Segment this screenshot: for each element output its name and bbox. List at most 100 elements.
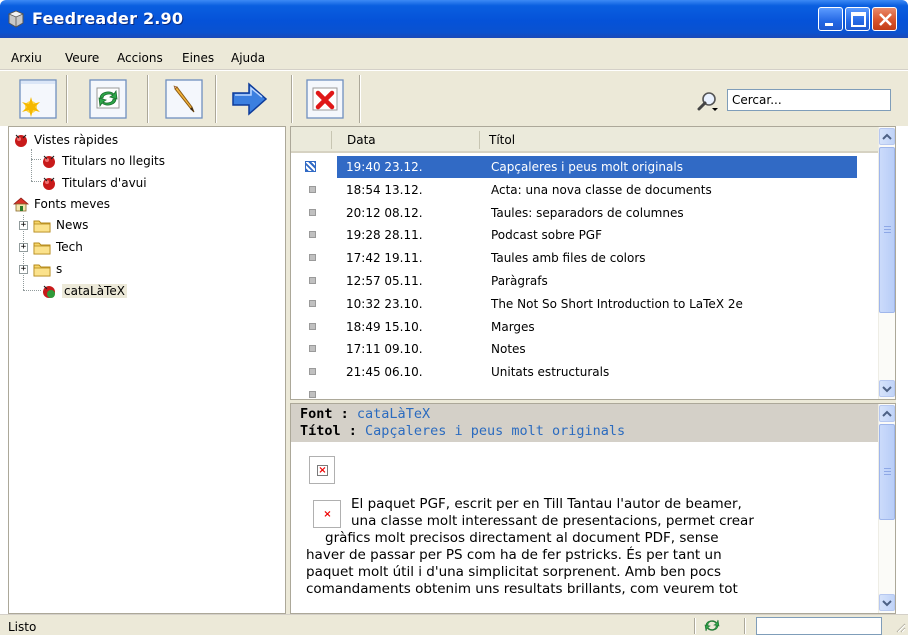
table-row[interactable]: 18:54 13.12. Acta: una nova classe de doc… — [291, 179, 879, 202]
feed-bug-icon — [43, 285, 55, 298]
scroll-down-button[interactable] — [879, 594, 895, 611]
folder-icon — [33, 264, 51, 276]
next-button[interactable] — [229, 77, 271, 121]
row-date: 19:28 28.11. — [346, 228, 423, 243]
tree-label: News — [56, 218, 89, 232]
scroll-up-button[interactable] — [879, 405, 895, 422]
minimize-button[interactable] — [818, 7, 843, 31]
toolbar-separator — [147, 75, 149, 123]
title-bar[interactable]: Feedreader 2.90 — [0, 0, 908, 38]
row-date: 18:54 13.12. — [346, 182, 423, 197]
expand-icon[interactable]: + — [19, 242, 28, 252]
tree-label: Vistes ràpides — [34, 133, 119, 147]
maximize-button[interactable] — [845, 7, 870, 31]
expand-icon[interactable]: + — [19, 264, 28, 274]
edit-button[interactable] — [163, 77, 205, 121]
table-row[interactable]: 18:49 15.10. Marges — [291, 316, 879, 339]
row-title: Taules: separadors de columnes — [491, 205, 684, 220]
preview-body-line: gràfics molt precisos directament al doc… — [325, 530, 719, 546]
tree-item-unread[interactable]: Titulars no llegits — [41, 151, 165, 171]
expand-icon[interactable]: + — [19, 220, 28, 230]
table-row[interactable]: 19:40 23.12. Capçaleres i peus molt origi… — [291, 156, 879, 179]
preview-title-value[interactable]: Capçaleres i peus molt originals — [365, 423, 625, 439]
scroll-up-button[interactable] — [879, 128, 895, 145]
search-input[interactable] — [727, 89, 891, 111]
maximize-icon — [851, 12, 866, 27]
toolbar — [0, 70, 908, 126]
preview-body-line: comandaments obtenim uns resultats brill… — [306, 581, 738, 597]
table-row[interactable]: 17:42 19.11. Taules amb files de colors — [291, 247, 879, 270]
headline-list: Data Títol 19:40 23.12. Capçaleres i peus… — [290, 126, 896, 400]
preview-body-line: El paquet PGF, escrit per en Till Tantau… — [351, 496, 742, 512]
scroll-thumb[interactable] — [879, 147, 895, 313]
item-bullet-icon — [309, 322, 316, 330]
preview-body-line: haver de passar per PS com ha de fer pst… — [306, 547, 722, 563]
item-bullet-icon — [309, 277, 316, 284]
column-separator[interactable] — [331, 131, 332, 149]
app-icon — [7, 10, 25, 28]
minimize-icon — [825, 23, 833, 26]
tree-item-today[interactable]: Titulars d'avui — [41, 173, 147, 193]
refresh-icon — [89, 79, 127, 119]
row-title: Unitats estructurals — [491, 365, 610, 380]
row-date: 17:11 09.10. — [346, 342, 423, 357]
status-separator — [694, 618, 696, 634]
table-row[interactable]: 19:28 28.11. Podcast sobre PGF — [291, 224, 879, 247]
arrow-right-icon — [232, 82, 268, 116]
table-row[interactable]: 17:11 09.10. Notes — [291, 338, 879, 361]
preview-body-line: paquet molt útil i d'una simplicitat sor… — [306, 564, 722, 580]
preview-font-value[interactable]: cataLàTeX — [357, 406, 430, 422]
tree-item-selected-feed[interactable]: cataLàTeX — [41, 281, 127, 301]
column-separator[interactable] — [479, 131, 480, 149]
row-date: 10:32 23.10. — [346, 296, 423, 311]
scroll-thumb[interactable] — [879, 424, 895, 520]
preview-scrollbar[interactable] — [878, 404, 895, 613]
row-title: Paràgrafs — [491, 274, 548, 288]
row-title: Notes — [491, 342, 526, 357]
bug-icon — [43, 177, 55, 190]
row-date: 21:45 06.10. — [346, 365, 423, 380]
tree-item-my-feeds[interactable]: Fonts meves — [13, 194, 110, 214]
tree-connector — [31, 181, 41, 182]
new-feed-button[interactable] — [17, 77, 59, 121]
resize-grip-icon[interactable] — [894, 621, 906, 633]
menu-arxiu[interactable]: Arxiu — [11, 51, 42, 65]
list-header: Data Títol — [291, 127, 879, 153]
search-icon[interactable] — [697, 91, 719, 113]
row-date: 19:40 23.12. — [346, 160, 423, 174]
row-title: Taules amb files de colors — [491, 251, 646, 266]
tree-label: Titulars no llegits — [62, 154, 166, 168]
chevron-down-icon — [882, 386, 892, 393]
tree-folder-news[interactable]: + News — [19, 215, 88, 235]
menu-bar: Arxiu Veure Accions Eines Ajuda — [0, 38, 908, 70]
tree-item-quick-views[interactable]: Vistes ràpides — [13, 130, 118, 150]
tree-folder-s[interactable]: + s — [19, 259, 62, 279]
column-header-title[interactable]: Títol — [489, 133, 515, 147]
table-row-partial[interactable] — [291, 384, 879, 399]
item-bullet-icon — [305, 161, 316, 172]
column-header-date[interactable]: Data — [347, 133, 376, 147]
list-scrollbar[interactable] — [878, 127, 895, 399]
table-row[interactable]: 20:12 08.12. Taules: separadors de column… — [291, 202, 879, 225]
table-row[interactable]: 12:57 05.11. Paràgrafs — [291, 270, 879, 293]
bug-icon — [43, 155, 55, 168]
delete-button[interactable] — [304, 77, 346, 121]
tree-folder-tech[interactable]: + Tech — [19, 237, 83, 257]
toolbar-separator — [291, 75, 293, 123]
status-progress-field — [756, 617, 882, 635]
close-button[interactable] — [872, 7, 897, 31]
preview-title-line: Títol : Capçaleres i peus molt originals — [300, 423, 625, 439]
broken-image-icon: × — [313, 500, 341, 528]
tree-connector — [23, 290, 41, 291]
item-bullet-icon — [309, 368, 316, 376]
bug-icon — [15, 134, 27, 147]
refresh-button[interactable] — [87, 77, 129, 121]
row-date: 20:12 08.12. — [346, 205, 423, 220]
menu-accions[interactable]: Accions — [117, 51, 163, 65]
menu-eines[interactable]: Eines — [182, 51, 214, 65]
menu-veure[interactable]: Veure — [65, 51, 99, 65]
scroll-down-button[interactable] — [879, 380, 895, 397]
table-row[interactable]: 21:45 06.10. Unitats estructurals — [291, 361, 879, 384]
table-row[interactable]: 10:32 23.10. The Not So Short Introductio… — [291, 293, 879, 316]
menu-ajuda[interactable]: Ajuda — [231, 51, 265, 65]
